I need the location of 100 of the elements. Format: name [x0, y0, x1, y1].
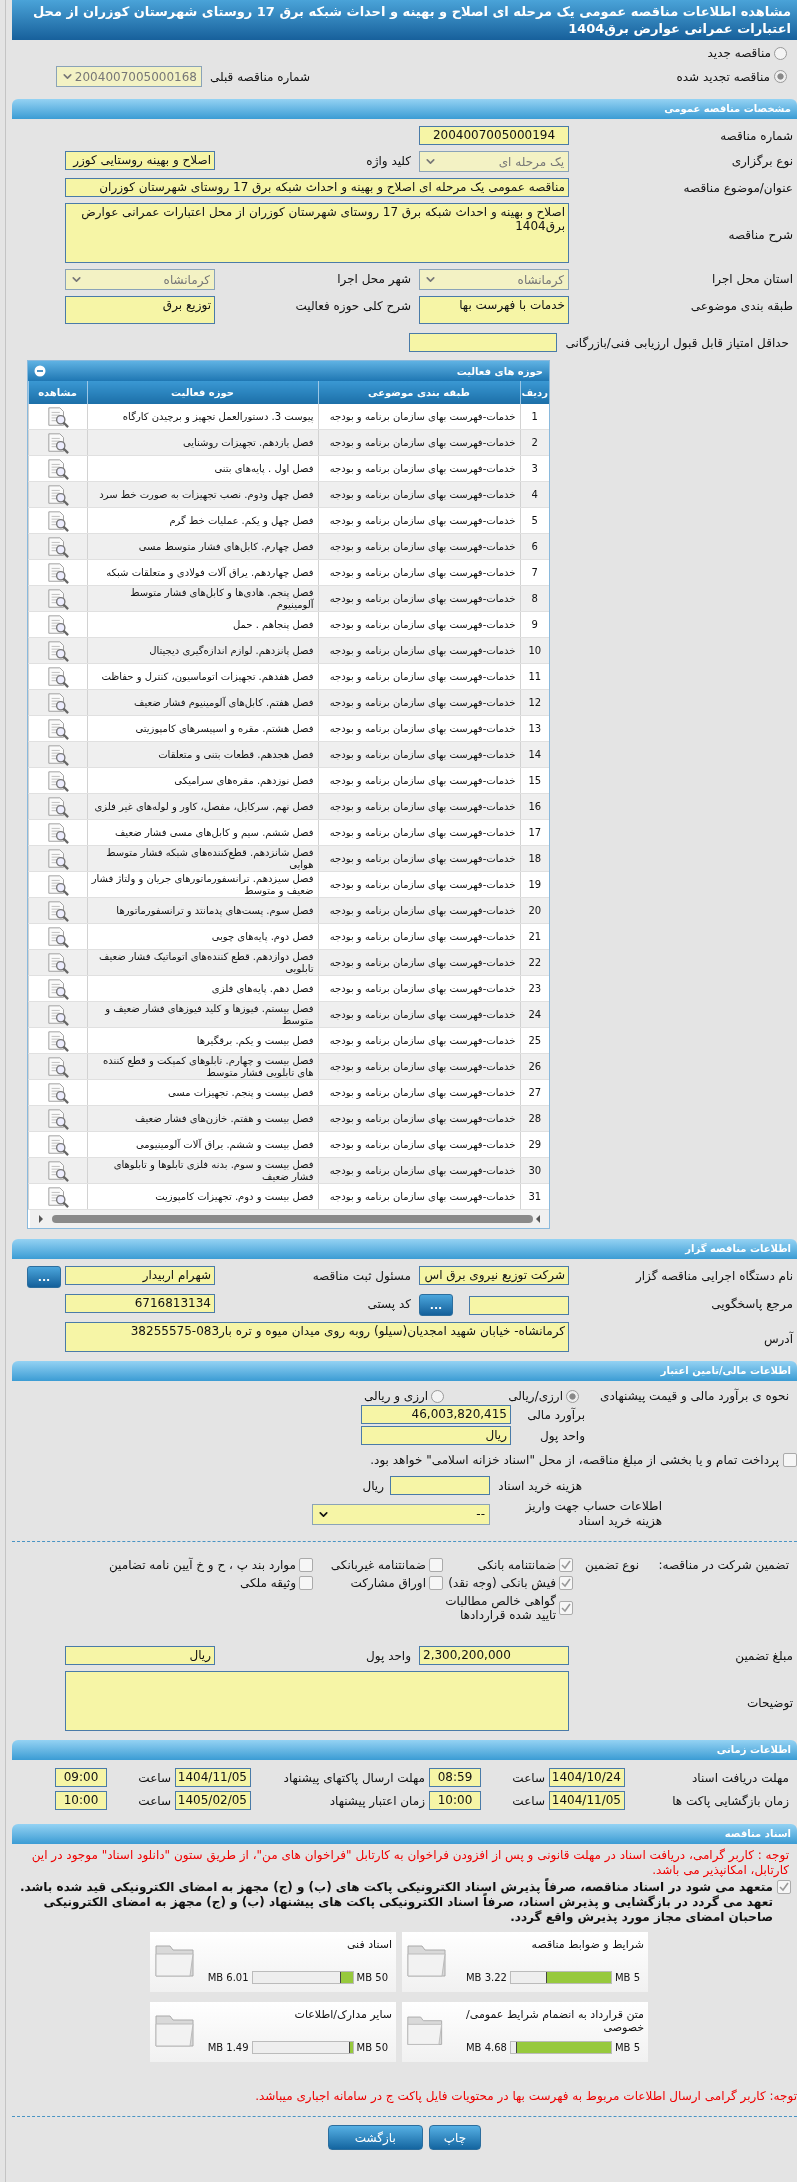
- text-field[interactable]: 6716813134: [65, 1294, 215, 1313]
- table-cell: خدمات-فهرست بهای سازمان برنامه و بودجه: [318, 949, 520, 976]
- radio-label: مناقصه جدید: [707, 46, 771, 60]
- radio-button[interactable]: [774, 46, 787, 60]
- field-label: نوع برگزاری: [730, 153, 794, 168]
- dropdown-field[interactable]: یک مرحله ای: [419, 151, 569, 172]
- field-label: توضیحات: [745, 1694, 794, 1710]
- dropdown-field[interactable]: 2004007005000168: [56, 66, 202, 87]
- text-field[interactable]: خدمات با فهرست بها: [419, 296, 569, 324]
- field-label: استان محل اجرا: [710, 271, 794, 286]
- back-button[interactable]: بازگشت: [327, 2125, 423, 2150]
- field-label: مهلت دریافت اسناد: [691, 1770, 789, 1785]
- section-header: مشخصات مناقصه عمومی: [12, 99, 797, 119]
- text-field[interactable]: 46,003,820,415: [361, 1405, 511, 1424]
- file-size: 1.49 MB: [207, 2042, 249, 2053]
- field-label: واحد پول: [365, 1648, 412, 1663]
- checkbox[interactable]: [429, 1558, 443, 1572]
- time-field[interactable]: 09:00: [55, 1768, 107, 1787]
- radio-button[interactable]: [431, 1389, 445, 1403]
- table-cell: 2: [520, 429, 549, 456]
- max-size: 5 MB: [614, 2042, 640, 2053]
- textarea-field[interactable]: اصلاح و بهینه و احداث شبکه برق 17 روستای شهرستان کوزران از محل اعتبارات عمرانی عوارض برق1404: [65, 203, 569, 263]
- checkbox[interactable]: [299, 1558, 313, 1572]
- text-field[interactable]: ریال: [361, 1426, 511, 1445]
- lookup-button[interactable]: ...: [27, 1266, 61, 1288]
- table-cell: 10: [520, 637, 549, 664]
- table-cell: فصل هفدهم. تجهیزات اتوماسیون، کنترل و حفاظت: [87, 663, 318, 690]
- time-field[interactable]: 08:59: [429, 1768, 481, 1787]
- table-cell: خدمات-فهرست بهای سازمان برنامه و بودجه: [318, 559, 520, 586]
- section-header: اطلاعات مناقصه گزار: [12, 1239, 797, 1259]
- text-field[interactable]: [409, 333, 557, 352]
- table-cell: فصل نوزدهم. مقره‌های سرامیکی: [87, 767, 318, 794]
- lookup-button[interactable]: ...: [419, 1294, 453, 1316]
- checkbox[interactable]: [559, 1601, 573, 1615]
- table-cell: فصل اول . پایه‌های بتنی: [87, 455, 318, 482]
- table-cell: خدمات-فهرست بهای سازمان برنامه و بودجه: [318, 1079, 520, 1106]
- text-field[interactable]: 2,300,200,000: [419, 1646, 569, 1665]
- text-field[interactable]: [469, 1295, 569, 1315]
- table-cell: فصل چهل و یکم. عملیات خط گرم: [87, 507, 318, 534]
- table-cell: فصل بیست و ششم. یراق آلات آلومینیومی: [87, 1131, 318, 1158]
- table-cell: 21: [520, 923, 549, 950]
- table-cell: خدمات-فهرست بهای سازمان برنامه و بودجه: [318, 767, 520, 794]
- table-cell: 20: [520, 897, 549, 924]
- dropdown-field[interactable]: کرمانشاه: [65, 269, 215, 290]
- text-field[interactable]: [390, 1476, 490, 1495]
- radio-button[interactable]: [774, 70, 787, 83]
- text-field[interactable]: شهرام اربیدار: [65, 1266, 215, 1285]
- table-cell: خدمات-فهرست بهای سازمان برنامه و بودجه: [318, 897, 520, 924]
- textarea-field[interactable]: [65, 1671, 569, 1731]
- radio-label: ارزی و ریالی: [364, 1389, 429, 1403]
- table-cell: خدمات-فهرست بهای سازمان برنامه و بودجه: [318, 1183, 520, 1210]
- textarea-field[interactable]: کرمانشاه- خیابان شهید امجدیان(سیلو) روبه روی میدان میوه و تره بار083-38255575: [65, 1322, 569, 1352]
- checkbox[interactable]: [299, 1576, 313, 1590]
- dropdown-field[interactable]: کرمانشاه: [419, 269, 569, 290]
- date-field[interactable]: 1404/11/05: [175, 1768, 251, 1787]
- text-field[interactable]: اصلاح و بهینه روستایی کوزر: [65, 151, 215, 170]
- checkbox[interactable]: [559, 1576, 573, 1590]
- checkbox[interactable]: [783, 1453, 797, 1467]
- checkbox-label: گواهی خالص مطالبات تایید شده قراردادها: [444, 1594, 556, 1622]
- field-label: شماره مناقصه: [719, 128, 794, 143]
- table-cell: خدمات-فهرست بهای سازمان برنامه و بودجه: [318, 481, 520, 508]
- table-cell: فصل بیست و دوم. تجهیزات کامپوزیت: [87, 1183, 318, 1210]
- time-field[interactable]: 10:00: [55, 1791, 107, 1810]
- horizontal-scrollbar[interactable]: [30, 1210, 549, 1228]
- dropdown-field[interactable]: --: [312, 1503, 490, 1525]
- radio-button[interactable]: [566, 1389, 579, 1403]
- checkbox[interactable]: [429, 1576, 443, 1590]
- table-cell: 16: [520, 793, 549, 820]
- text-field[interactable]: ریال: [65, 1646, 215, 1665]
- field-label: هزینه خرید اسناد: [497, 1478, 582, 1493]
- date-field[interactable]: 1404/11/05: [549, 1791, 625, 1810]
- checkbox[interactable]: [559, 1558, 573, 1572]
- time-field[interactable]: 10:00: [429, 1791, 481, 1810]
- table-cell: خدمات-فهرست بهای سازمان برنامه و بودجه: [318, 1001, 520, 1028]
- field-label: مهلت ارسال پاکتهای پیشنهاد: [282, 1770, 425, 1785]
- column-header: طبقه بندی موضوعی: [318, 381, 520, 404]
- text-field[interactable]: مناقصه عمومی یک مرحله ای اصلاح و بهینه و احداث شبکه برق 17 روستای شهرستان کوزران: [65, 178, 569, 197]
- text-field[interactable]: شرکت توزیع نیروی برق اس: [419, 1266, 569, 1285]
- table-cell: فصل نهم. سرکابل، مفصل، کاور و لوله‌های غیر فلزی: [87, 793, 318, 820]
- date-field[interactable]: 1404/10/24: [549, 1768, 625, 1787]
- field-label: شهر محل اجرا: [336, 271, 412, 286]
- table-cell: فصل هجدهم. قطعات بتنی و متعلقات: [87, 741, 318, 768]
- table-cell: 4: [520, 481, 549, 508]
- table-cell: 25: [520, 1027, 549, 1054]
- text-field[interactable]: توزیع برق: [65, 296, 215, 324]
- table-cell: خدمات-فهرست بهای سازمان برنامه و بودجه: [318, 533, 520, 560]
- table-cell: فصل ششم. سیم و کابل‌های مسی فشار ضعیف: [87, 819, 318, 846]
- date-field[interactable]: 1405/02/05: [175, 1791, 251, 1810]
- text-field[interactable]: 2004007005000194: [419, 126, 569, 145]
- table-cell: خدمات-فهرست بهای سازمان برنامه و بودجه: [318, 793, 520, 820]
- table-cell: خدمات-فهرست بهای سازمان برنامه و بودجه: [318, 663, 520, 690]
- table-cell: 1: [520, 404, 549, 430]
- table-cell: پیوست 3. دستورالعمل تجهیز و برچیدن کارگاه: [87, 404, 318, 430]
- collapse-icon[interactable]: [34, 365, 46, 377]
- checkbox-label: پرداخت تمام و یا بخشی از مبلغ مناقصه، از محل "اسناد خزانه اسلامی" خواهد بود.: [369, 1453, 779, 1468]
- checkbox-label: موارد بند پ ، ح و خ آیین نامه تضامین: [108, 1558, 296, 1572]
- table-cell: خدمات-فهرست بهای سازمان برنامه و بودجه: [318, 507, 520, 534]
- field-label: واحد پول: [539, 1428, 585, 1443]
- print-button[interactable]: چاپ: [428, 2125, 482, 2150]
- checkbox[interactable]: [777, 1880, 791, 1894]
